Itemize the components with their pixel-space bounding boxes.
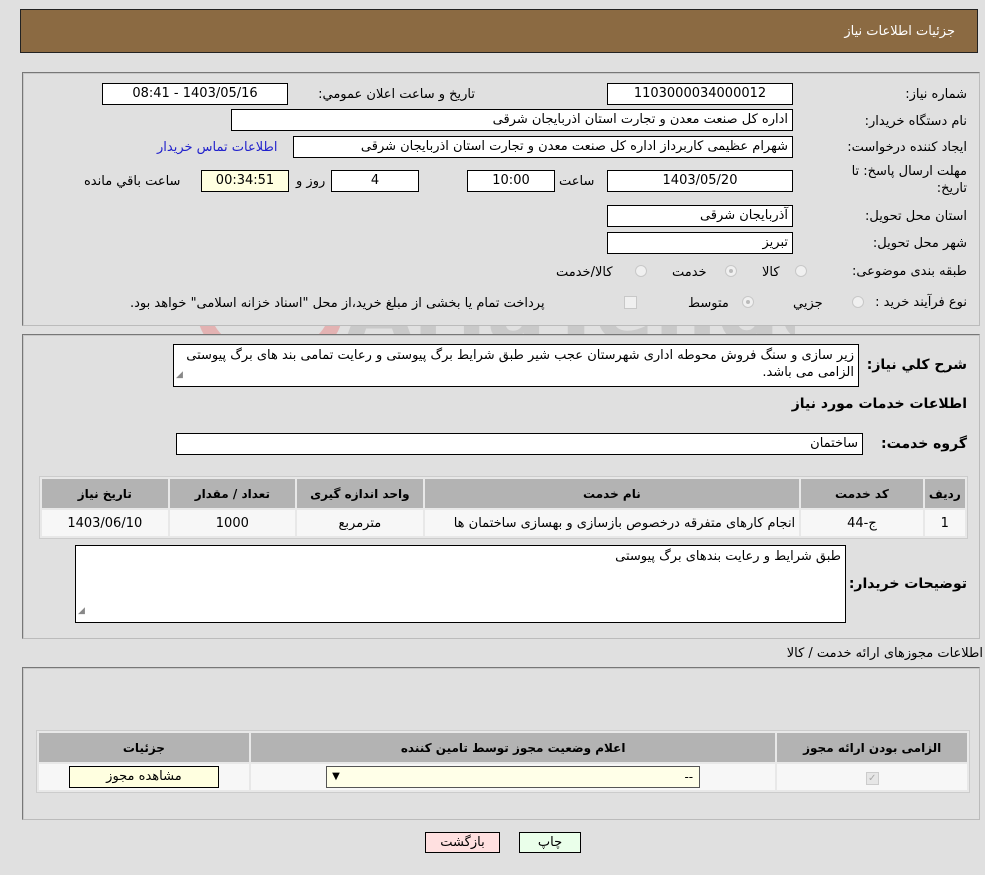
deadline-label-line2: تاریخ: [936, 181, 967, 196]
cell-status: -- ▼ [250, 764, 776, 790]
process-option-medium: متوسط [688, 296, 729, 311]
city-label: شهر محل تحویل: [872, 236, 967, 251]
back-button[interactable]: بازگشت [425, 832, 500, 853]
resize-handle-icon[interactable]: ◢ [78, 603, 85, 620]
service-group-field: ساختمان [176, 433, 863, 455]
deadline-time-field: 10:00 [467, 170, 555, 192]
city-field: تبریز [607, 232, 793, 254]
services-table: ردیف کد خدمت نام خدمت واحد اندازه گیری ت… [39, 476, 968, 539]
remaining-time-field: 00:34:51 [201, 170, 289, 192]
buyer-org-field: اداره کل صنعت معدن و تجارت استان اذربایج… [231, 109, 793, 131]
category-radio-service[interactable] [725, 265, 737, 277]
need-number-field: 1103000034000012 [607, 83, 793, 105]
description-label: شرح کلي نیاز: [866, 357, 967, 373]
remaining-time-label: ساعت باقي مانده [84, 174, 181, 189]
col-code: کد خدمت [801, 479, 923, 508]
cell-date: 1403/06/10 [42, 510, 168, 536]
cell-code: ج-44 [801, 510, 923, 536]
cell-details: مشاهده مجوز [39, 764, 249, 790]
buyer-notes-label: توضیحات خریدار: [848, 576, 967, 592]
table-row: 1 ج-44 انجام کارهای متفرقه درخصوص بازساز… [42, 510, 965, 536]
col-name: نام خدمت [424, 479, 800, 508]
deadline-label-line1: مهلت ارسال پاسخ: تا [851, 164, 967, 179]
service-group-label: گروه خدمت: [881, 436, 967, 452]
view-permit-button[interactable]: مشاهده مجوز [68, 766, 219, 788]
table-row: ✓ -- ▼ مشاهده مجوز [39, 764, 967, 790]
creator-field: شهرام عظیمی کاربرداز اداره کل صنعت معدن … [293, 136, 793, 158]
category-option-goods: کالا [762, 265, 780, 280]
buyer-contact-link[interactable]: اطلاعات تماس خریدار [157, 140, 277, 155]
page-title: جزئیات اطلاعات نیاز [844, 24, 955, 39]
cell-unit: مترمربع [297, 510, 423, 536]
category-option-goods-service: کالا/خدمت [556, 265, 613, 280]
need-number-label: شماره نیاز: [905, 87, 967, 102]
category-option-service: خدمت [672, 265, 707, 280]
process-label: نوع فرآیند خرید : [875, 295, 967, 310]
province-field: آذربایجان شرقی [607, 205, 793, 227]
cell-index: 1 [924, 510, 965, 536]
cell-quantity: 1000 [169, 510, 296, 536]
days-remaining-field: 4 [331, 170, 419, 192]
cell-required: ✓ [777, 764, 967, 790]
category-radio-goods-service[interactable] [635, 265, 647, 277]
permits-table-header: الزامی بودن ارائه مجوز اعلام وضعیت مجوز … [39, 733, 967, 762]
print-button[interactable]: چاپ [519, 832, 581, 853]
permits-section-title: اطلاعات مجوزهای ارائه خدمت / کالا [786, 646, 983, 661]
permit-status-value: -- [684, 770, 694, 784]
deadline-time-label: ساعت [559, 174, 595, 189]
process-option-minor: جزيي [793, 296, 823, 311]
announce-date-field: 1403/05/16 - 08:41 [102, 83, 288, 105]
col-index: ردیف [924, 479, 965, 508]
permit-status-select[interactable]: -- ▼ [326, 766, 701, 788]
treasury-note: پرداخت تمام یا بخشی از مبلغ خرید،از محل … [130, 296, 545, 311]
services-section-title: اطلاعات خدمات مورد نیاز [791, 396, 967, 412]
buyer-notes-textarea[interactable]: طبق شرایط و رعایت بندهای برگ پیوستی ◢ [75, 545, 846, 623]
chevron-down-icon: ▼ [332, 771, 340, 782]
deadline-label: مهلت ارسال پاسخ: تا تاریخ: [852, 163, 967, 197]
description-text: زیر سازی و سنگ فروش محوطه اداری شهرستان … [186, 348, 854, 380]
creator-label: ایجاد کننده درخواست: [847, 140, 967, 155]
process-radio-minor[interactable] [852, 296, 864, 308]
col-unit: واحد اندازه گیری [297, 479, 423, 508]
col-quantity: تعداد / مقدار [169, 479, 296, 508]
services-table-header: ردیف کد خدمت نام خدمت واحد اندازه گیری ت… [42, 479, 965, 508]
treasury-checkbox[interactable] [624, 296, 637, 309]
permits-table: الزامی بودن ارائه مجوز اعلام وضعیت مجوز … [36, 730, 970, 793]
province-label: استان محل تحویل: [865, 209, 967, 224]
deadline-date-field: 1403/05/20 [607, 170, 793, 192]
resize-handle-icon[interactable]: ◢ [176, 367, 183, 384]
page-header: جزئیات اطلاعات نیاز [20, 9, 978, 53]
col-required: الزامی بودن ارائه مجوز [777, 733, 967, 762]
col-details: جزئیات [39, 733, 249, 762]
col-date: تاریخ نیاز [42, 479, 168, 508]
category-label: طبقه بندی موضوعی: [851, 264, 967, 279]
description-textarea[interactable]: زیر سازی و سنگ فروش محوطه اداری شهرستان … [173, 344, 859, 387]
col-status: اعلام وضعیت مجوز توسط تامین کننده [250, 733, 776, 762]
buyer-notes-text: طبق شرایط و رعایت بندهای برگ پیوستی [615, 549, 841, 564]
announce-label: تاریخ و ساعت اعلان عمومي: [318, 87, 475, 102]
process-radio-medium[interactable] [742, 296, 754, 308]
cell-name: انجام کارهای متفرقه درخصوص بازسازی و بهس… [424, 510, 800, 536]
days-label: روز و [296, 174, 326, 189]
buyer-org-label: نام دستگاه خریدار: [864, 114, 967, 129]
required-checkbox[interactable]: ✓ [865, 771, 879, 785]
category-radio-goods[interactable] [795, 265, 807, 277]
